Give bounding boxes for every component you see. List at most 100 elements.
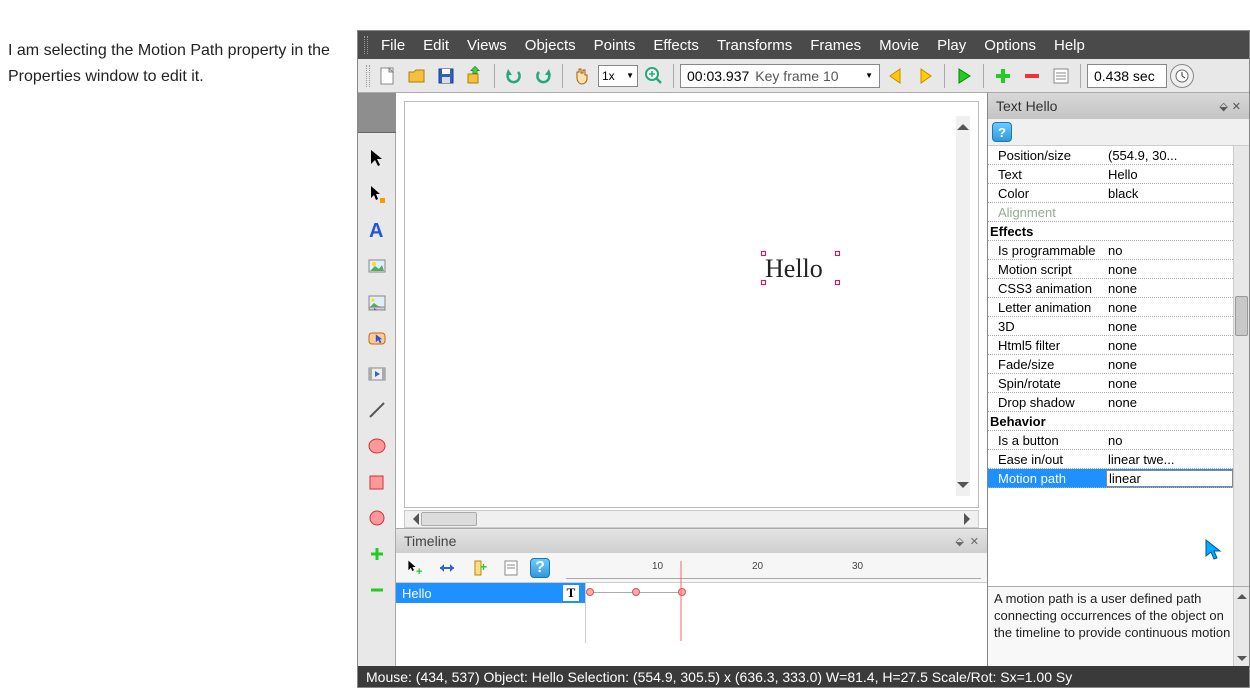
main-toolbar: 1x▼ 00:03.937Key frame 10▼ 0.438 sec [358, 59, 1249, 93]
text-type-icon: T [563, 585, 579, 601]
app-window: FileEditViewsObjectsPointsEffectsTransfo… [357, 30, 1250, 688]
tl-insert-button[interactable]: + [466, 555, 492, 581]
line-tool[interactable] [364, 397, 390, 423]
play-button[interactable] [951, 63, 977, 89]
duration-display[interactable]: 0.438 sec [1087, 64, 1167, 88]
timeline-title: Timeline [404, 533, 456, 549]
prop-position-size[interactable]: Position/size(554.9, 30... [988, 146, 1233, 165]
menu-help[interactable]: Help [1045, 37, 1094, 54]
timeline-body: Hello T [396, 583, 987, 643]
selection-handle[interactable] [835, 280, 840, 285]
close-icon[interactable]: ✕ [1232, 100, 1241, 113]
menu-points[interactable]: Points [585, 37, 645, 54]
button-tool[interactable] [364, 325, 390, 351]
save-button[interactable] [433, 63, 459, 89]
menu-frames[interactable]: Frames [801, 37, 870, 54]
image-tool[interactable] [364, 253, 390, 279]
help-scrollbar[interactable] [1233, 587, 1249, 668]
prop-behavior[interactable]: Behavior [988, 412, 1233, 431]
canvas-hscroll[interactable] [404, 510, 979, 528]
pin-icon[interactable]: ⬙ [1219, 100, 1227, 113]
canvas[interactable]: Hello [404, 101, 979, 508]
selection-handle[interactable] [761, 280, 766, 285]
tl-help-button[interactable]: ? [530, 558, 550, 578]
timeline-row-hello[interactable]: Hello T [396, 583, 585, 603]
add-tool[interactable] [364, 541, 390, 567]
properties-title: Text Hello [996, 98, 1057, 114]
menu-effects[interactable]: Effects [644, 37, 708, 54]
text-tool[interactable]: A [364, 217, 390, 243]
properties-header: Text Hello ⬙ ✕ [988, 93, 1249, 119]
minus-tool[interactable] [364, 577, 390, 603]
pan-button[interactable] [569, 63, 595, 89]
remove-button[interactable] [1019, 63, 1045, 89]
toolbar-grip [366, 65, 370, 87]
tl-stretch-button[interactable] [434, 555, 460, 581]
redo-button[interactable] [530, 63, 556, 89]
selection-handle[interactable] [761, 251, 766, 256]
select-tool[interactable] [364, 145, 390, 171]
list-button[interactable] [1048, 63, 1074, 89]
timeline-panel: Timeline ⬙ ✕ + + ? 10 20 30 [396, 528, 987, 668]
menu-transforms[interactable]: Transforms [708, 37, 801, 54]
direct-select-tool[interactable] [364, 181, 390, 207]
clip-tool[interactable] [364, 361, 390, 387]
selection-handle[interactable] [835, 251, 840, 256]
prop-spin-rotate[interactable]: Spin/rotatenone [988, 374, 1233, 393]
clock-icon[interactable] [1170, 64, 1194, 88]
prop-is-a-button[interactable]: Is a buttonno [988, 431, 1233, 450]
export-button[interactable] [462, 63, 488, 89]
prop-drop-shadow[interactable]: Drop shadownone [988, 393, 1233, 412]
timeline-ruler[interactable]: 10 20 30 [566, 557, 981, 579]
tl-add-button[interactable]: + [402, 555, 428, 581]
pin-icon[interactable]: ⬙ [955, 535, 963, 548]
menu-file[interactable]: File [372, 37, 414, 54]
prop-motion-path[interactable]: Motion pathlinear [988, 469, 1233, 488]
new-file-button[interactable] [375, 63, 401, 89]
ellipse-tool[interactable] [364, 433, 390, 459]
prop-ease-in-out[interactable]: Ease in/outlinear twe... [988, 450, 1233, 469]
prev-frame-button[interactable] [883, 63, 909, 89]
prop-fade-size[interactable]: Fade/sizenone [988, 355, 1233, 374]
properties-scrollbar[interactable] [1233, 146, 1249, 586]
menu-views[interactable]: Views [458, 37, 516, 54]
timeline-tracks: Hello T [396, 583, 586, 643]
menu-options[interactable]: Options [975, 37, 1045, 54]
canvas-vscroll[interactable] [956, 116, 970, 496]
canvas-column: Hello Timeline ⬙ ✕ + + ? [396, 93, 987, 668]
status-text: Mouse: (434, 537) Object: Hello Selectio… [366, 669, 1072, 685]
prop-3d[interactable]: 3Dnone [988, 317, 1233, 336]
properties-panel: Text Hello ⬙ ✕ ? Position/size(554.9, 30.… [987, 93, 1249, 668]
undo-button[interactable] [501, 63, 527, 89]
keyframe[interactable] [586, 588, 594, 596]
menu-play[interactable]: Play [928, 37, 975, 54]
prop-effects[interactable]: Effects [988, 222, 1233, 241]
menu-objects[interactable]: Objects [516, 37, 585, 54]
circle-tool[interactable] [364, 505, 390, 531]
timeline-track-area[interactable] [586, 583, 987, 643]
menu-movie[interactable]: Movie [870, 37, 928, 54]
prop-color[interactable]: Colorblack [988, 184, 1233, 203]
open-file-button[interactable] [404, 63, 430, 89]
video-tool[interactable] [364, 289, 390, 315]
prop-html5-filter[interactable]: Html5 filternone [988, 336, 1233, 355]
time-display[interactable]: 00:03.937Key frame 10▼ [680, 64, 880, 88]
canvas-text-hello[interactable]: Hello [765, 254, 823, 284]
playhead[interactable] [680, 561, 682, 641]
tl-sheet-button[interactable] [498, 555, 524, 581]
rect-tool[interactable] [364, 469, 390, 495]
prop-alignment[interactable]: Alignment [988, 203, 1233, 222]
zoom-select[interactable]: 1x▼ [598, 65, 638, 87]
prop-letter-animation[interactable]: Letter animationnone [988, 298, 1233, 317]
add-button[interactable] [990, 63, 1016, 89]
zoom-in-button[interactable] [641, 63, 667, 89]
properties-help-button[interactable]: ? [992, 122, 1012, 142]
menu-edit[interactable]: Edit [414, 37, 458, 54]
prop-css3-animation[interactable]: CSS3 animationnone [988, 279, 1233, 298]
keyframe[interactable] [632, 588, 640, 596]
prop-is-programmable[interactable]: Is programmableno [988, 241, 1233, 260]
prop-motion-script[interactable]: Motion scriptnone [988, 260, 1233, 279]
close-icon[interactable]: ✕ [970, 535, 979, 548]
prop-text[interactable]: TextHello [988, 165, 1233, 184]
next-frame-button[interactable] [912, 63, 938, 89]
